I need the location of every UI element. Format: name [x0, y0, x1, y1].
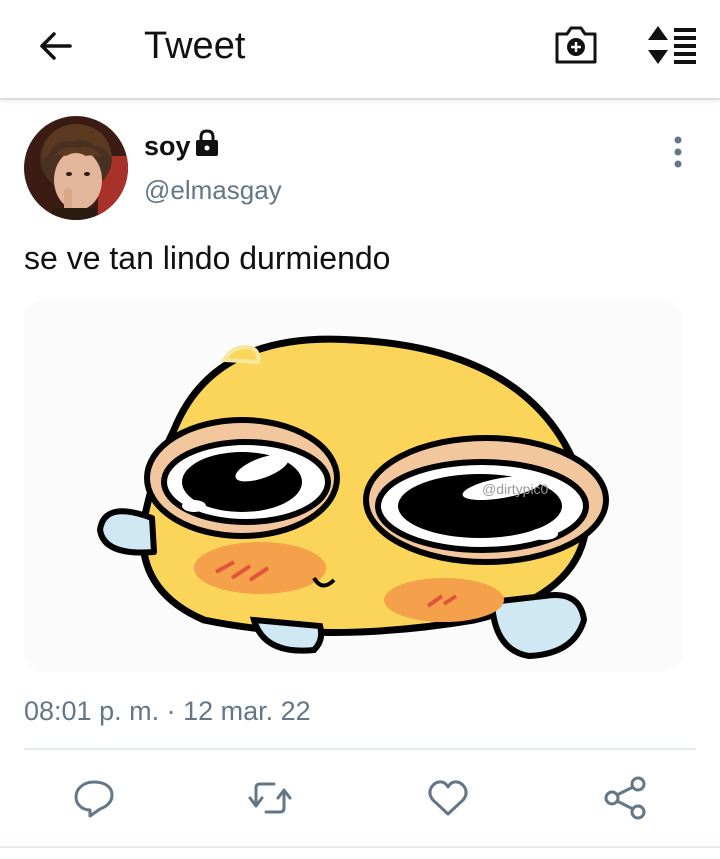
sort-button[interactable]: [644, 24, 700, 66]
like-icon: [428, 780, 468, 816]
share-button[interactable]: [602, 774, 650, 822]
tweet-image[interactable]: @dirtypic0: [24, 300, 682, 672]
avatar[interactable]: [24, 116, 128, 220]
tweet-timestamp: 08:01 p. m. · 12 mar. 22: [24, 696, 311, 726]
divider: [24, 748, 696, 750]
retweet-icon: [248, 782, 292, 814]
camera-button[interactable]: [553, 24, 599, 66]
bottom-divider: [0, 846, 720, 848]
like-button[interactable]: [424, 774, 472, 822]
lock-icon: [192, 128, 222, 158]
sort-list-icon: [648, 26, 696, 64]
share-icon: [604, 776, 646, 820]
page-title: Tweet: [144, 25, 246, 67]
image-watermark: @dirtypic0: [482, 481, 549, 497]
tweet-text: se ve tan lindo durmiendo: [24, 240, 391, 276]
back-button[interactable]: [34, 26, 78, 66]
reply-button[interactable]: [70, 774, 118, 822]
reply-icon: [74, 780, 114, 818]
retweet-button[interactable]: [246, 774, 294, 822]
author-name[interactable]: soy: [144, 130, 191, 162]
arrow-left-icon: [40, 32, 72, 60]
camera-plus-icon: [555, 26, 597, 64]
top-bar: Tweet: [0, 0, 720, 100]
author-handle[interactable]: @elmasgay: [144, 174, 282, 206]
more-options-button[interactable]: [664, 134, 692, 170]
more-vertical-icon: [674, 136, 682, 168]
